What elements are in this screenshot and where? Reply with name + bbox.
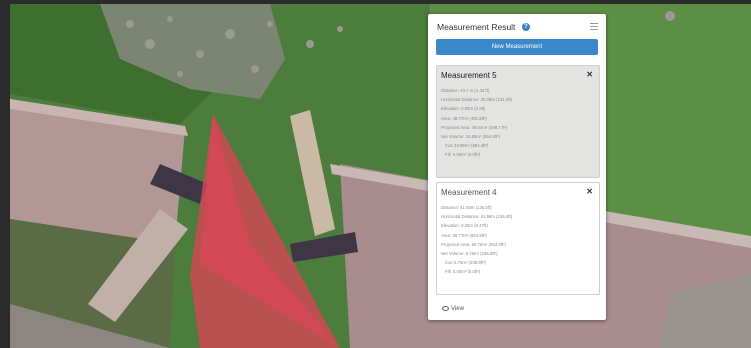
fill-text: Fill: 0.00m³ (0.0ft³) xyxy=(445,269,481,275)
measurement-title: Measurement 4 xyxy=(441,188,497,197)
menu-bar xyxy=(590,23,598,24)
measurement-card[interactable]: Measurement 5 ✕ Distance: 43.7 m (1.43 f… xyxy=(436,65,600,178)
projected-area-text: Projected Area: 49.64m² (488.7 ft²) xyxy=(441,124,508,130)
measurement-card[interactable]: Measurement 4 ✕ Distance: 41.60m (136.5f… xyxy=(436,182,600,295)
net-volume-text: Net Volume: 6.76m³ (238.8ft³) xyxy=(441,250,498,256)
measurement-title: Measurement 5 xyxy=(441,71,497,80)
cut-text: Cut: 24.89m³ (854.4ft³) xyxy=(445,143,489,149)
hamburger-menu-icon[interactable] xyxy=(590,23,598,30)
map-canvas[interactable] xyxy=(10,4,751,348)
measurement-details: Distance: 41.60m (136.5ft) Horizontal Di… xyxy=(441,203,595,277)
menu-bar xyxy=(590,29,598,30)
app-frame: Measurement Result ? New Measurement Mea… xyxy=(0,0,751,348)
view-link[interactable]: View xyxy=(442,306,464,312)
fill-text: Fill: 0.00m³ (0.0ft³) xyxy=(445,152,481,158)
close-icon[interactable]: ✕ xyxy=(586,70,593,79)
aerial-map[interactable] xyxy=(10,4,751,348)
question-circle-icon[interactable]: ? xyxy=(522,23,530,31)
horizontal-distance-text: Horizontal Distance: 40.09m (131.5ft) xyxy=(441,97,513,103)
horizontal-distance-text: Horizontal Distance: 41.58m (136.4ft) xyxy=(441,214,513,220)
measurement-details: Distance: 43.7 m (1.43 ft) Horizontal Di… xyxy=(441,86,595,160)
new-measurement-button[interactable]: New Measurement xyxy=(436,39,598,55)
area-text: Area: 48.77m² (491.9ft²) xyxy=(441,115,487,121)
close-icon[interactable]: ✕ xyxy=(586,187,593,196)
elevation-text: Elevation: 0.25m (0.47ft) xyxy=(441,223,488,229)
elevation-text: Elevation: 0.90m (2.9ft) xyxy=(441,106,486,112)
view-label: View xyxy=(451,306,464,313)
panel-title: Measurement Result xyxy=(437,22,516,32)
projected-area-text: Projected Area: 60.76m² (653.9ft²) xyxy=(441,241,506,247)
area-text: Area: 60.77m² (653.9ft²) xyxy=(441,232,487,238)
eye-icon xyxy=(442,306,449,311)
menu-bar xyxy=(590,26,598,27)
cut-text: Cut: 6.76m³ (238.8ft³) xyxy=(445,260,487,266)
distance-text: Distance: 41.60m (136.5ft) xyxy=(441,205,492,210)
distance-text: Distance: 43.7 m (1.43 ft) xyxy=(441,88,490,93)
net-volume-text: Net Volume: 24.89m³ (854.5ft³) xyxy=(441,133,500,139)
measurement-result-panel: Measurement Result ? New Measurement Mea… xyxy=(428,14,606,320)
